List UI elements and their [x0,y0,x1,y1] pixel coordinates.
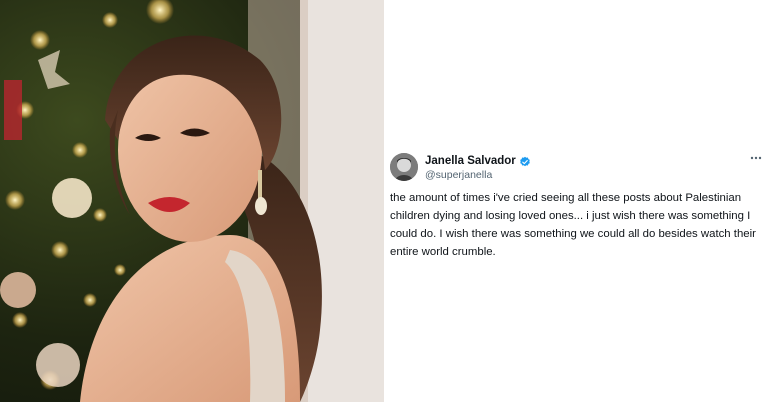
tweet-card: Janella Salvador @superjanella the amoun… [384,0,768,402]
ornaments [0,50,92,387]
avatar[interactable] [390,153,418,181]
author-name[interactable]: Janella Salvador [425,155,516,167]
avatar-image [390,153,418,181]
tweet-text: the amount of times i've cried seeing al… [390,192,756,258]
profile-photo [0,0,384,402]
verified-badge-icon [519,155,531,167]
author-handle[interactable]: @superjanella [425,169,492,181]
more-horizontal-icon[interactable] [750,152,762,166]
photo-illustration [0,0,384,402]
author-name-row: Janella Salvador [425,153,531,169]
